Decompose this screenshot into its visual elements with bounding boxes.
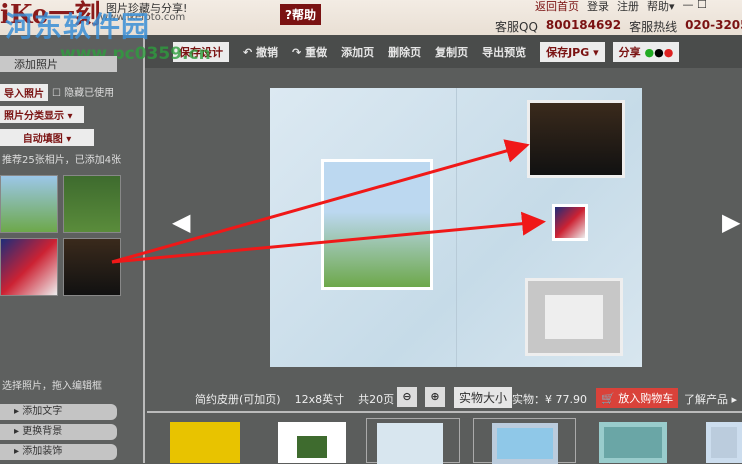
product-name: 简约皮册(可加页): [195, 393, 281, 406]
cover-thumbnail[interactable]: [170, 422, 240, 463]
page-count: 共20页: [358, 393, 395, 406]
zoom-in-button[interactable]: ⊕: [425, 387, 445, 407]
price: 实物：¥ 77.90: [512, 393, 587, 406]
product-info: 简约皮册(可加页) 12x8英寸 共20页: [195, 391, 394, 407]
page-thumbnail[interactable]: [599, 422, 667, 463]
product-size: 12x8英寸: [294, 393, 345, 406]
red-arrow: [111, 211, 546, 264]
learn-product-link[interactable]: 了解产品 ▸: [684, 391, 737, 407]
page-thumbnail[interactable]: [706, 422, 742, 463]
page-thumbnail[interactable]: [473, 418, 576, 464]
actual-size-button[interactable]: 实物大小: [454, 387, 513, 408]
page-thumbnail-selected[interactable]: [366, 418, 460, 464]
zoom-out-button[interactable]: ⊖: [397, 387, 417, 407]
page-thumbnail[interactable]: [278, 422, 346, 463]
red-arrow: [111, 139, 530, 264]
add-to-cart-button[interactable]: 🛒 放入购物车: [596, 388, 679, 408]
